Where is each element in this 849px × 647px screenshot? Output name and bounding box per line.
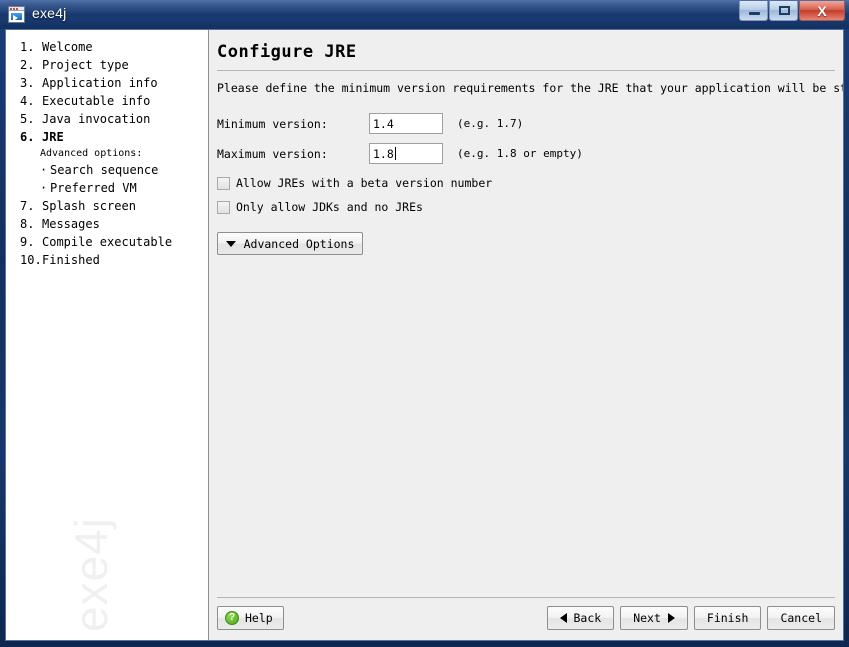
sidebar-item-label: Splash screen (42, 199, 136, 213)
sidebar-item-welcome[interactable]: 1. Welcome (6, 38, 208, 56)
finish-label: Finish (706, 611, 749, 625)
sidebar-item-label: Executable info (42, 94, 151, 108)
exe4j-wizard-window: exe4j X 1. Welcome 2. Project type 3. Appli… (0, 0, 849, 647)
step-number: 5. (20, 112, 35, 126)
title-bar-sheen (0, 0, 849, 14)
sidebar-subitem-label: Search sequence (50, 163, 159, 177)
page-description: Please define the minimum version requir… (217, 81, 843, 95)
help-label: Help (245, 611, 273, 625)
client-area: 1. Welcome 2. Project type 3. Application i… (5, 29, 844, 641)
step-number: 4. (20, 94, 35, 108)
app-icon-titlebar (9, 7, 24, 11)
sidebar-item-label: Compile executable (42, 235, 173, 249)
sidebar-item-label: Messages (42, 217, 100, 231)
page-title: Configure JRE (217, 42, 357, 62)
step-number: 2. (20, 58, 35, 72)
cancel-button[interactable]: Cancel (767, 606, 835, 630)
sidebar-item-label: Finished (42, 253, 100, 267)
bullet-icon: · (40, 181, 48, 195)
advanced-options-label: Advanced Options (243, 236, 355, 251)
sidebar-item-label: JRE (42, 130, 64, 144)
close-button[interactable]: X (799, 1, 845, 21)
only-jdk-label: Only allow JDKs and no JREs (236, 200, 423, 214)
text-caret (394, 147, 396, 160)
advanced-options-button[interactable]: Advanced Options (217, 232, 363, 255)
cancel-label: Cancel (780, 611, 822, 625)
window-controls: X (738, 1, 845, 21)
maximize-button[interactable] (769, 1, 798, 21)
help-icon: ? (225, 611, 239, 625)
sidebar-item-finished[interactable]: 10.Finished (6, 251, 208, 269)
jre-version-form: Minimum version: 1.4 (e.g. 1.7) Maximum … (209, 95, 843, 255)
sidebar-item-messages[interactable]: 8. Messages (6, 215, 208, 233)
sidebar-subitem-label: Preferred VM (50, 181, 137, 195)
title-bar[interactable]: exe4j X (0, 0, 849, 29)
allow-beta-jre-label: Allow JREs with a beta version number (236, 176, 493, 190)
next-button[interactable]: Next (620, 606, 688, 630)
step-number: 7. (20, 199, 35, 213)
step-number: 1. (20, 40, 35, 54)
minimum-version-row: Minimum version: 1.4 (e.g. 1.7) (217, 111, 843, 136)
sidebar-item-label: Welcome (42, 40, 93, 54)
sidebar-item-label: Java invocation (42, 112, 151, 126)
sidebar-item-label: Application info (42, 76, 158, 90)
back-label: Back (573, 611, 602, 625)
next-label: Next (633, 611, 661, 625)
step-number: 9. (20, 235, 35, 249)
footer-button-bar: ? Help Back Next Finish Cancel (209, 598, 843, 640)
maximize-icon (779, 6, 790, 15)
sidebar-item-label: Project type (42, 58, 129, 72)
chevron-down-icon (225, 240, 236, 247)
close-icon: X (817, 2, 827, 19)
sidebar-item-executable-info[interactable]: 4. Executable info (6, 92, 208, 110)
sidebar-advanced-options-heading: Advanced options: (40, 148, 143, 159)
sidebar-item-preferred-vm[interactable]: · Preferred VM (6, 179, 208, 197)
sidebar-item-compile-executable[interactable]: 9. Compile executable (6, 233, 208, 251)
step-number: 3. (20, 76, 35, 90)
arrow-left-icon (559, 613, 567, 623)
arrow-right-icon (667, 613, 675, 623)
step-number: 8. (20, 217, 35, 231)
maximum-version-value: 1.8 (373, 146, 394, 161)
maximum-version-label: Maximum version: (217, 146, 328, 161)
sidebar-item-java-invocation[interactable]: 5. Java invocation (6, 110, 208, 128)
exe4j-watermark: exe4j (65, 517, 117, 632)
sidebar-item-application-info[interactable]: 3. Application info (6, 74, 208, 92)
minimum-version-value: 1.4 (373, 116, 394, 131)
footer: ? Help Back Next Finish Cancel (209, 597, 843, 640)
minimum-version-label: Minimum version: (217, 116, 328, 131)
sidebar-item-splash-screen[interactable]: 7. Splash screen (6, 197, 208, 215)
wizard-step-sidebar: 1. Welcome 2. Project type 3. Application i… (6, 30, 209, 640)
window-title: exe4j (32, 5, 67, 21)
minimize-icon (749, 12, 760, 15)
finish-button[interactable]: Finish (693, 606, 762, 630)
sidebar-item-project-type[interactable]: 2. Project type (6, 56, 208, 74)
main-panel: Configure JRE Please define the minimum … (209, 30, 843, 640)
only-jdk-checkbox-row[interactable]: Only allow JDKs and no JREs (217, 200, 843, 214)
minimize-button[interactable] (739, 1, 768, 21)
back-button[interactable]: Back (546, 606, 615, 630)
app-window-icon (8, 6, 25, 23)
allow-beta-jre-checkbox-row[interactable]: Allow JREs with a beta version number (217, 176, 843, 190)
maximum-version-row: Maximum version: 1.8 (e.g. 1.8 or empty) (217, 141, 843, 166)
sidebar-item-jre[interactable]: 6. JRE (6, 128, 208, 146)
only-jdk-checkbox[interactable] (217, 200, 230, 214)
minimum-version-hint: (e.g. 1.7) (457, 117, 524, 130)
allow-beta-jre-checkbox[interactable] (217, 176, 230, 190)
maximum-version-input[interactable]: 1.8 (369, 143, 443, 164)
bullet-icon: · (40, 163, 48, 177)
app-icon-body (11, 13, 22, 21)
help-button[interactable]: ? Help (217, 606, 284, 630)
maximum-version-hint: (e.g. 1.8 or empty) (457, 147, 583, 160)
step-number: 10. (20, 253, 42, 267)
step-number: 6. (20, 130, 35, 144)
minimum-version-input[interactable]: 1.4 (369, 113, 443, 134)
sidebar-item-search-sequence[interactable]: · Search sequence (6, 161, 208, 179)
